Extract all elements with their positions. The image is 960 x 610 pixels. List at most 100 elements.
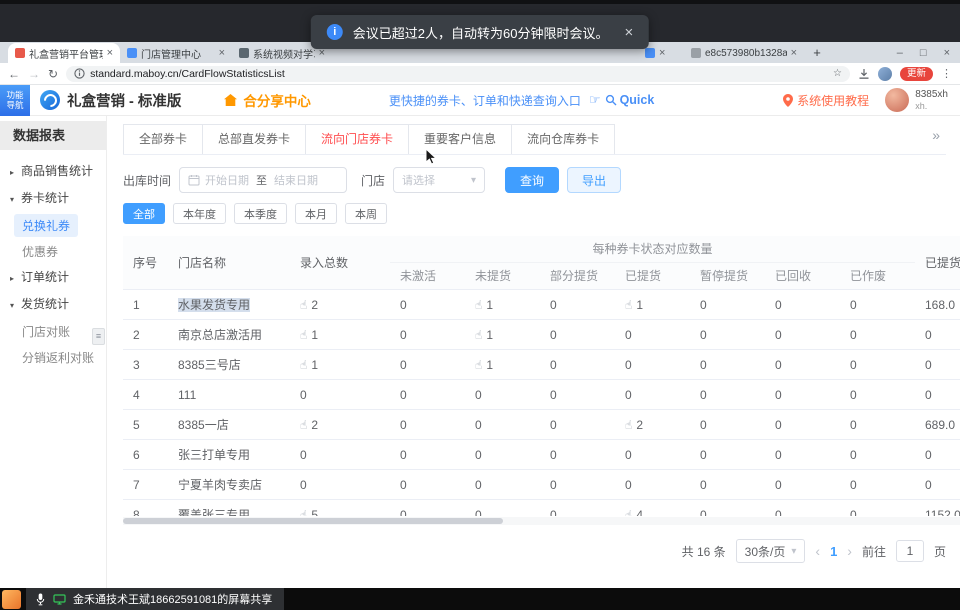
quick-ranges: 全部本年度本季度本月本周 (123, 203, 960, 224)
hand-link-icon[interactable]: ☝ (475, 328, 482, 342)
tab-title: e8c573980b1328a258fd2e6l (705, 48, 787, 59)
store-select[interactable]: 请选择 ▾ (393, 167, 485, 193)
status-column-header: 未提货 (465, 263, 540, 290)
current-page[interactable]: 1 (830, 544, 837, 559)
content-tab[interactable]: 总部直发券卡 (203, 125, 306, 154)
tab-close-icon[interactable]: × (659, 47, 665, 59)
quick-range-button[interactable]: 全部 (123, 203, 165, 224)
bookmark-star-icon[interactable]: ☆ (833, 68, 842, 79)
end-date-placeholder[interactable]: 结束日期 (274, 172, 318, 188)
hand-link-icon[interactable]: ☝ (300, 418, 307, 432)
sidebar-subitem[interactable]: 门店对账 (0, 318, 106, 344)
tab-close-icon[interactable]: × (219, 47, 225, 59)
content-tab[interactable]: 流向门店券卡 (306, 125, 409, 154)
forward-icon[interactable]: → (28, 68, 40, 80)
sidebar-item[interactable]: ▾发货统计 (0, 291, 106, 318)
hand-link-icon[interactable]: ☝ (625, 508, 632, 516)
cell-value[interactable]: 5 (311, 508, 318, 516)
browser-tab[interactable]: 礼盒营销平台管理中心× (8, 43, 120, 63)
sidebar-collapse-handle[interactable]: ≡ (92, 328, 105, 345)
collapse-panel-chevron[interactable]: » (926, 124, 946, 146)
cell-status: 0 (840, 440, 915, 469)
sidebar-subitem[interactable]: 兑换礼券 (0, 212, 106, 238)
cell-value[interactable]: 1 (311, 358, 318, 372)
browser-menu-icon[interactable]: ⋮ (941, 67, 952, 80)
minimize-button[interactable]: – (897, 47, 903, 59)
share-center-link[interactable]: 合分享中心 (223, 90, 311, 110)
cell-value[interactable]: 1 (636, 298, 643, 312)
hand-link-icon[interactable]: ☝ (625, 418, 632, 432)
store-name-text: 8385三号店 (178, 358, 241, 372)
hand-link-icon[interactable]: ☝ (475, 358, 482, 372)
toast-close-icon[interactable]: × (624, 24, 633, 41)
cell-value[interactable]: 1 (486, 358, 493, 372)
new-tab-button[interactable]: + (808, 44, 826, 62)
back-icon[interactable]: ← (8, 68, 20, 80)
content-tab[interactable]: 流向仓库券卡 (512, 125, 614, 154)
cell-value: 0 (625, 328, 632, 342)
quick-range-button[interactable]: 本周 (345, 203, 387, 224)
nav-toggle-button[interactable]: 功能 导航 (0, 85, 30, 116)
cell-value[interactable]: 4 (636, 508, 643, 516)
export-button[interactable]: 导出 (567, 167, 621, 193)
cell-value[interactable]: 1 (311, 328, 318, 342)
cell-status: 0 (840, 290, 915, 319)
date-range-input[interactable]: 开始日期 至 结束日期 (179, 167, 347, 193)
cell-value[interactable]: 1 (486, 328, 493, 342)
hand-link-icon[interactable]: ☝ (300, 358, 307, 372)
search-button[interactable]: 查询 (505, 167, 559, 193)
browser-tab[interactable]: 门店管理中心× (120, 43, 232, 63)
cell-status: 0 (615, 470, 690, 499)
sidebar-item[interactable]: ▾券卡统计 (0, 185, 106, 212)
cell-store-name: 宁夏羊肉专卖店 (168, 470, 290, 499)
quick-range-button[interactable]: 本年度 (173, 203, 226, 224)
cell-value: 0 (550, 448, 557, 462)
download-icon[interactable] (858, 68, 870, 80)
tab-close-icon[interactable]: × (107, 47, 113, 59)
cell-value[interactable]: 2 (311, 418, 318, 432)
hand-link-icon[interactable]: ☝ (300, 298, 307, 312)
cell-value[interactable]: 2 (311, 298, 318, 312)
cell-amount: 168.0 (915, 290, 960, 319)
cell-status: 0 (690, 500, 765, 516)
browser-profile-avatar[interactable] (878, 67, 892, 81)
user-avatar[interactable] (885, 88, 909, 112)
sidebar-subitem[interactable]: 优惠券 (0, 238, 106, 264)
sidebar-item[interactable]: ▸订单统计 (0, 264, 106, 291)
cell-value[interactable]: 2 (636, 418, 643, 432)
maximize-button[interactable]: □ (920, 47, 927, 59)
tab-close-icon[interactable]: × (791, 47, 797, 59)
refresh-icon[interactable]: ↻ (48, 68, 58, 80)
hand-link-icon[interactable]: ☝ (300, 328, 307, 342)
close-button[interactable]: × (944, 47, 950, 59)
cell-value[interactable]: 1 (486, 298, 493, 312)
content-tab[interactable]: 全部券卡 (124, 125, 203, 154)
sidebar-subitem[interactable]: 分销返利对账 (0, 344, 106, 370)
cell-value: 0 (850, 508, 857, 516)
cell-index: 7 (123, 470, 168, 499)
browser-tab[interactable]: e8c573980b1328a258fd2e6l × (684, 43, 804, 63)
quick-range-button[interactable]: 本月 (295, 203, 337, 224)
browser-update-button[interactable]: 更新 (900, 67, 933, 81)
prev-page-button[interactable]: ‹ (815, 543, 820, 559)
quick-range-button[interactable]: 本季度 (234, 203, 287, 224)
cell-status: 0 (390, 410, 465, 439)
cell-store-name: 8385一店 (168, 410, 290, 439)
cell-store-name: 张三打单专用 (168, 440, 290, 469)
next-page-button[interactable]: › (847, 543, 852, 559)
goto-page-input[interactable] (896, 540, 924, 562)
horizontal-scrollbar[interactable] (123, 517, 960, 525)
share-app-icon[interactable] (2, 590, 21, 609)
hand-link-icon[interactable]: ☝ (625, 298, 632, 312)
tutorial-link[interactable]: 系统使用教程 (797, 92, 869, 109)
scrollbar-thumb[interactable] (123, 518, 503, 524)
quick-link[interactable]: Quick (620, 93, 655, 107)
cell-value: 0 (625, 478, 632, 492)
hand-link-icon[interactable]: ☝ (475, 298, 482, 312)
hand-link-icon[interactable]: ☝ (300, 508, 307, 516)
page-size-select[interactable]: 30条/页 ▾ (736, 539, 806, 563)
address-bar[interactable]: standard.maboy.cn/CardFlowStatisticsList… (66, 66, 850, 82)
start-date-placeholder[interactable]: 开始日期 (205, 172, 249, 188)
cell-index: 1 (123, 290, 168, 319)
sidebar-item[interactable]: ▸商品销售统计 (0, 158, 106, 185)
